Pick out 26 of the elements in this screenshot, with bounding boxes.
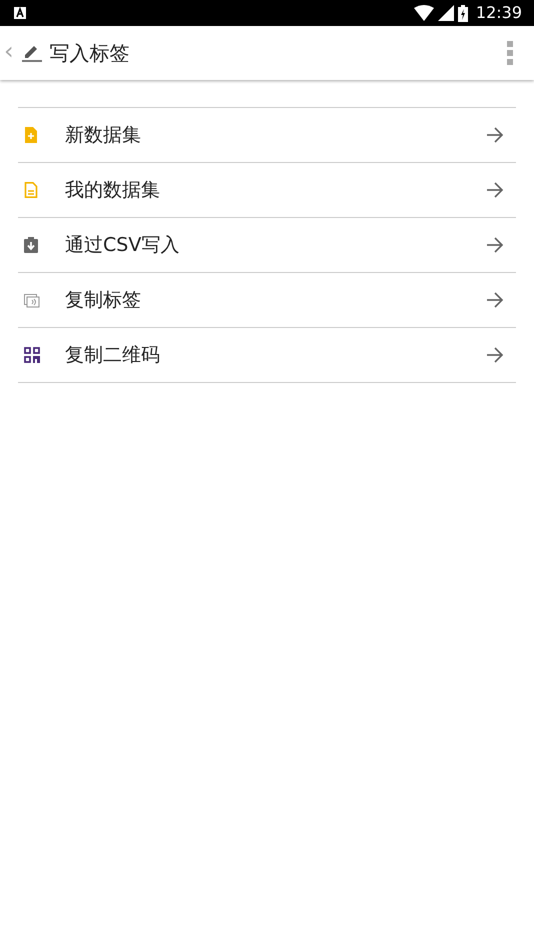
- menu-item[interactable]: 我的数据集: [18, 163, 516, 218]
- arrow-right-icon: [486, 182, 504, 198]
- page-title: 写入标签: [50, 40, 130, 67]
- clipboard-download-icon: [24, 236, 41, 254]
- arrow-right-icon: [486, 347, 504, 363]
- menu-item[interactable]: 通过CSV写入: [18, 218, 516, 273]
- wifi-icon: [414, 5, 434, 21]
- arrow-right-icon: [486, 237, 504, 253]
- menu-item[interactable]: 复制标签: [18, 273, 516, 328]
- clock-time: 12:39: [476, 2, 522, 24]
- notification-icon: [14, 7, 26, 19]
- item-label: 复制标签: [65, 288, 142, 313]
- more-options-icon[interactable]: [506, 40, 514, 66]
- item-label: 新数据集: [65, 122, 142, 148]
- item-label: 通过CSV写入: [65, 232, 180, 258]
- pencil-icon: [22, 44, 42, 62]
- arrow-right-icon: [486, 127, 504, 143]
- signal-icon: [438, 5, 454, 21]
- menu-item[interactable]: 新数据集: [18, 108, 516, 163]
- item-label: 我的数据集: [65, 178, 161, 203]
- battery-icon: [458, 4, 468, 22]
- menu-item[interactable]: 复制二维码: [18, 328, 516, 383]
- qr-code-icon: [24, 346, 41, 364]
- item-label: 复制二维码: [65, 342, 161, 368]
- nfc-card-icon: [24, 292, 41, 308]
- arrow-right-icon: [486, 292, 504, 308]
